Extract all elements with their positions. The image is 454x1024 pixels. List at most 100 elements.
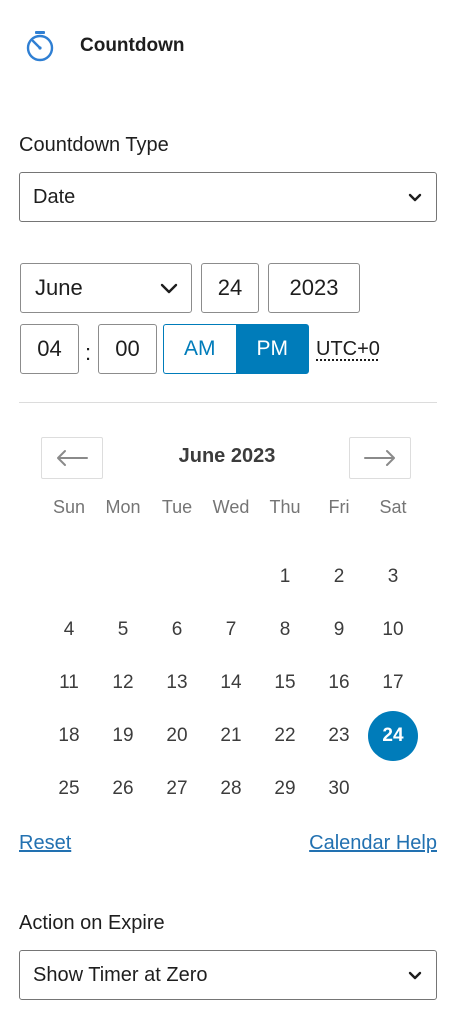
calendar-week-row: 123 xyxy=(42,550,422,603)
hours-value: 04 xyxy=(37,336,62,361)
calendar-day-cell: 26 xyxy=(96,764,150,814)
calendar-grid: Sun Mon Tue Wed Thu Fri Sat 1 2 3 4 5 6 7 8 9 10 11 12 13 14… xyxy=(42,488,422,815)
calendar-day-cell: 1 xyxy=(258,552,312,602)
calendar-day-selected[interactable]: 24 xyxy=(368,710,418,761)
calendar-help-link[interactable]: Calendar Help xyxy=(309,832,437,855)
calendar-day[interactable]: 21 xyxy=(206,711,256,761)
calendar-day[interactable]: 19 xyxy=(98,711,148,761)
calendar-day-cell: 16 xyxy=(312,658,366,708)
calendar-day-cell: 29 xyxy=(258,764,312,814)
calendar-day-cell: 23 xyxy=(312,711,366,761)
calendar-day[interactable]: 12 xyxy=(98,658,148,708)
calendar-day-cell: 11 xyxy=(42,658,96,708)
calendar-day[interactable]: 15 xyxy=(260,658,310,708)
arrow-right-icon xyxy=(364,450,395,466)
countdown-type-select[interactable]: Date xyxy=(19,172,437,222)
calendar-day[interactable]: 20 xyxy=(152,711,202,761)
calendar-day[interactable]: 14 xyxy=(206,658,256,708)
chevron-down-icon xyxy=(408,971,422,980)
calendar-day-cell: 30 xyxy=(312,764,366,814)
calendar-day-cell: 24 xyxy=(366,710,420,761)
weekday-label: Mon xyxy=(105,496,141,517)
calendar-day-cell: 13 xyxy=(150,658,204,708)
calendar-week-row: 4 5 6 7 8 9 10 xyxy=(42,603,422,656)
calendar-day-cell: 5 xyxy=(96,605,150,655)
calendar-week-row: 11 12 13 14 15 16 17 xyxy=(42,656,422,709)
am-pm-toggle: AM PM xyxy=(163,324,309,374)
calendar-day-cell: 21 xyxy=(204,711,258,761)
calendar-day[interactable]: 17 xyxy=(368,658,418,708)
weekday-label: Fri xyxy=(328,496,350,517)
calendar-day[interactable]: 4 xyxy=(44,605,94,655)
calendar-day-cell: 28 xyxy=(204,764,258,814)
calendar-day[interactable]: 10 xyxy=(368,605,418,655)
minutes-input[interactable]: 00 xyxy=(98,324,157,374)
timer-icon xyxy=(26,31,54,62)
panel-title: Countdown xyxy=(80,35,185,56)
reset-link[interactable]: Reset xyxy=(19,832,71,855)
calendar-day[interactable]: 8 xyxy=(260,605,310,655)
calendar-day-cell: 22 xyxy=(258,711,312,761)
calendar-day-cell: 19 xyxy=(96,711,150,761)
action-on-expire-label: Action on Expire xyxy=(19,912,165,934)
next-month-button[interactable] xyxy=(349,437,411,479)
calendar-day[interactable]: 23 xyxy=(314,711,364,761)
panel-header: Countdown xyxy=(22,26,184,66)
weekday-label: Sat xyxy=(379,496,407,517)
calendar-day-cell: 6 xyxy=(150,605,204,655)
calendar-day-cell: 20 xyxy=(150,711,204,761)
calendar-day-cell: 2 xyxy=(312,552,366,602)
calendar-week-row: 25 26 27 28 29 30 xyxy=(42,762,422,815)
calendar-day[interactable]: 16 xyxy=(314,658,364,708)
calendar-day-cell: 3 xyxy=(366,552,420,602)
calendar-day[interactable]: 18 xyxy=(44,711,94,761)
calendar-day[interactable]: 3 xyxy=(368,552,418,602)
calendar-day[interactable]: 11 xyxy=(44,658,94,708)
minutes-value: 00 xyxy=(115,336,140,361)
calendar-day-cell: 14 xyxy=(204,658,258,708)
pm-button[interactable]: PM xyxy=(235,324,309,374)
calendar-month-title: June 2023 xyxy=(178,445,276,467)
weekday-label: Thu xyxy=(269,496,301,517)
calendar-day[interactable]: 26 xyxy=(98,764,148,814)
time-separator: : xyxy=(85,340,92,365)
calendar-day[interactable]: 7 xyxy=(206,605,256,655)
calendar-day[interactable]: 9 xyxy=(314,605,364,655)
calendar-day[interactable]: 25 xyxy=(44,764,94,814)
year-input[interactable]: 2023 xyxy=(268,263,360,313)
year-value: 2023 xyxy=(289,275,339,300)
timezone-label: UTC+0 xyxy=(316,338,380,360)
weekday-label: Sun xyxy=(52,496,86,517)
hours-input[interactable]: 04 xyxy=(20,324,79,374)
calendar-day[interactable]: 27 xyxy=(152,764,202,814)
month-select[interactable]: June xyxy=(20,263,192,313)
calendar-day-cell: 9 xyxy=(312,605,366,655)
calendar-day[interactable]: 1 xyxy=(260,552,310,602)
countdown-type-label: Countdown Type xyxy=(19,134,169,156)
action-on-expire-select[interactable]: Show Timer at Zero xyxy=(19,950,437,1000)
chevron-down-icon xyxy=(160,283,178,294)
calendar-day[interactable]: 2 xyxy=(314,552,364,602)
am-button[interactable]: AM xyxy=(163,324,236,374)
day-value: 24 xyxy=(217,275,243,300)
calendar-day[interactable]: 22 xyxy=(260,711,310,761)
calendar-day-cell: 15 xyxy=(258,658,312,708)
action-on-expire-value: Show Timer at Zero xyxy=(33,963,208,986)
month-value: June xyxy=(35,275,83,300)
weekday-label: Wed xyxy=(212,496,250,517)
calendar-day-cell: 12 xyxy=(96,658,150,708)
calendar-day[interactable]: 13 xyxy=(152,658,202,708)
calendar-day-cell: 8 xyxy=(258,605,312,655)
calendar-week-row: 18 19 20 21 22 23 24 xyxy=(42,709,422,762)
calendar-day-cell: 18 xyxy=(42,711,96,761)
calendar-day[interactable]: 29 xyxy=(260,764,310,814)
calendar-day-cell: 4 xyxy=(42,605,96,655)
calendar-day[interactable]: 5 xyxy=(98,605,148,655)
previous-month-button[interactable] xyxy=(41,437,103,479)
calendar-day[interactable]: 6 xyxy=(152,605,202,655)
arrow-left-icon xyxy=(57,450,88,466)
calendar-day[interactable]: 30 xyxy=(314,764,364,814)
calendar-day-cell: 27 xyxy=(150,764,204,814)
calendar-day[interactable]: 28 xyxy=(206,764,256,814)
day-input[interactable]: 24 xyxy=(201,263,259,313)
